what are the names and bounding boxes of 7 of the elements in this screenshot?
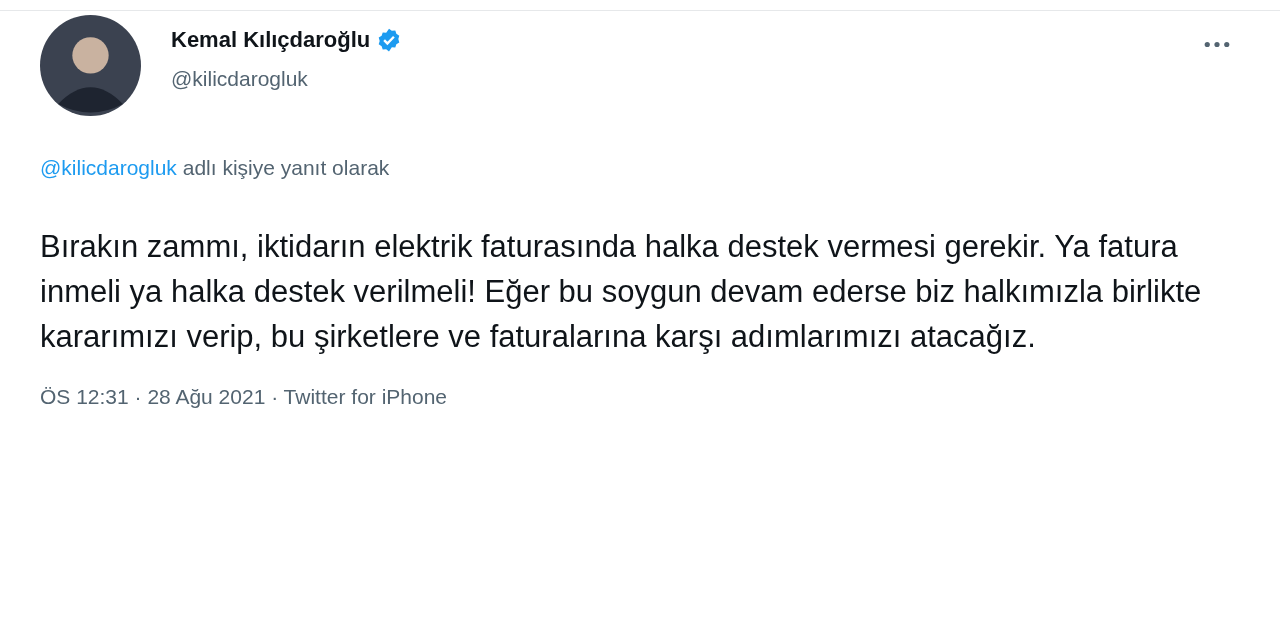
author-handle[interactable]: @kilicdarogluk (171, 67, 403, 91)
author-name[interactable]: Kemal Kılıçdaroğlu (171, 27, 371, 53)
reply-context: @kilicdarogluk adlı kişiye yanıt olarak (40, 156, 391, 180)
tweet-timestamp[interactable]: ÖS 12:31 · 28 Ağu 2021 · Twitter for iPhone (40, 385, 1240, 409)
more-icon[interactable] (1204, 41, 1230, 48)
avatar[interactable] (40, 15, 141, 116)
tweet-text: Bırakın zammı, iktidarın elektrik faturasında halka destek vermesi gerekir. Ya fatura inmeli ya halka destek verilmeli! Eğer bu soygun devam ederse biz halkımızla birlikte kararımızı verip, bu şirketlere ve faturalarına karşı adımlarımızı atacağız. (40, 228, 1203, 356)
